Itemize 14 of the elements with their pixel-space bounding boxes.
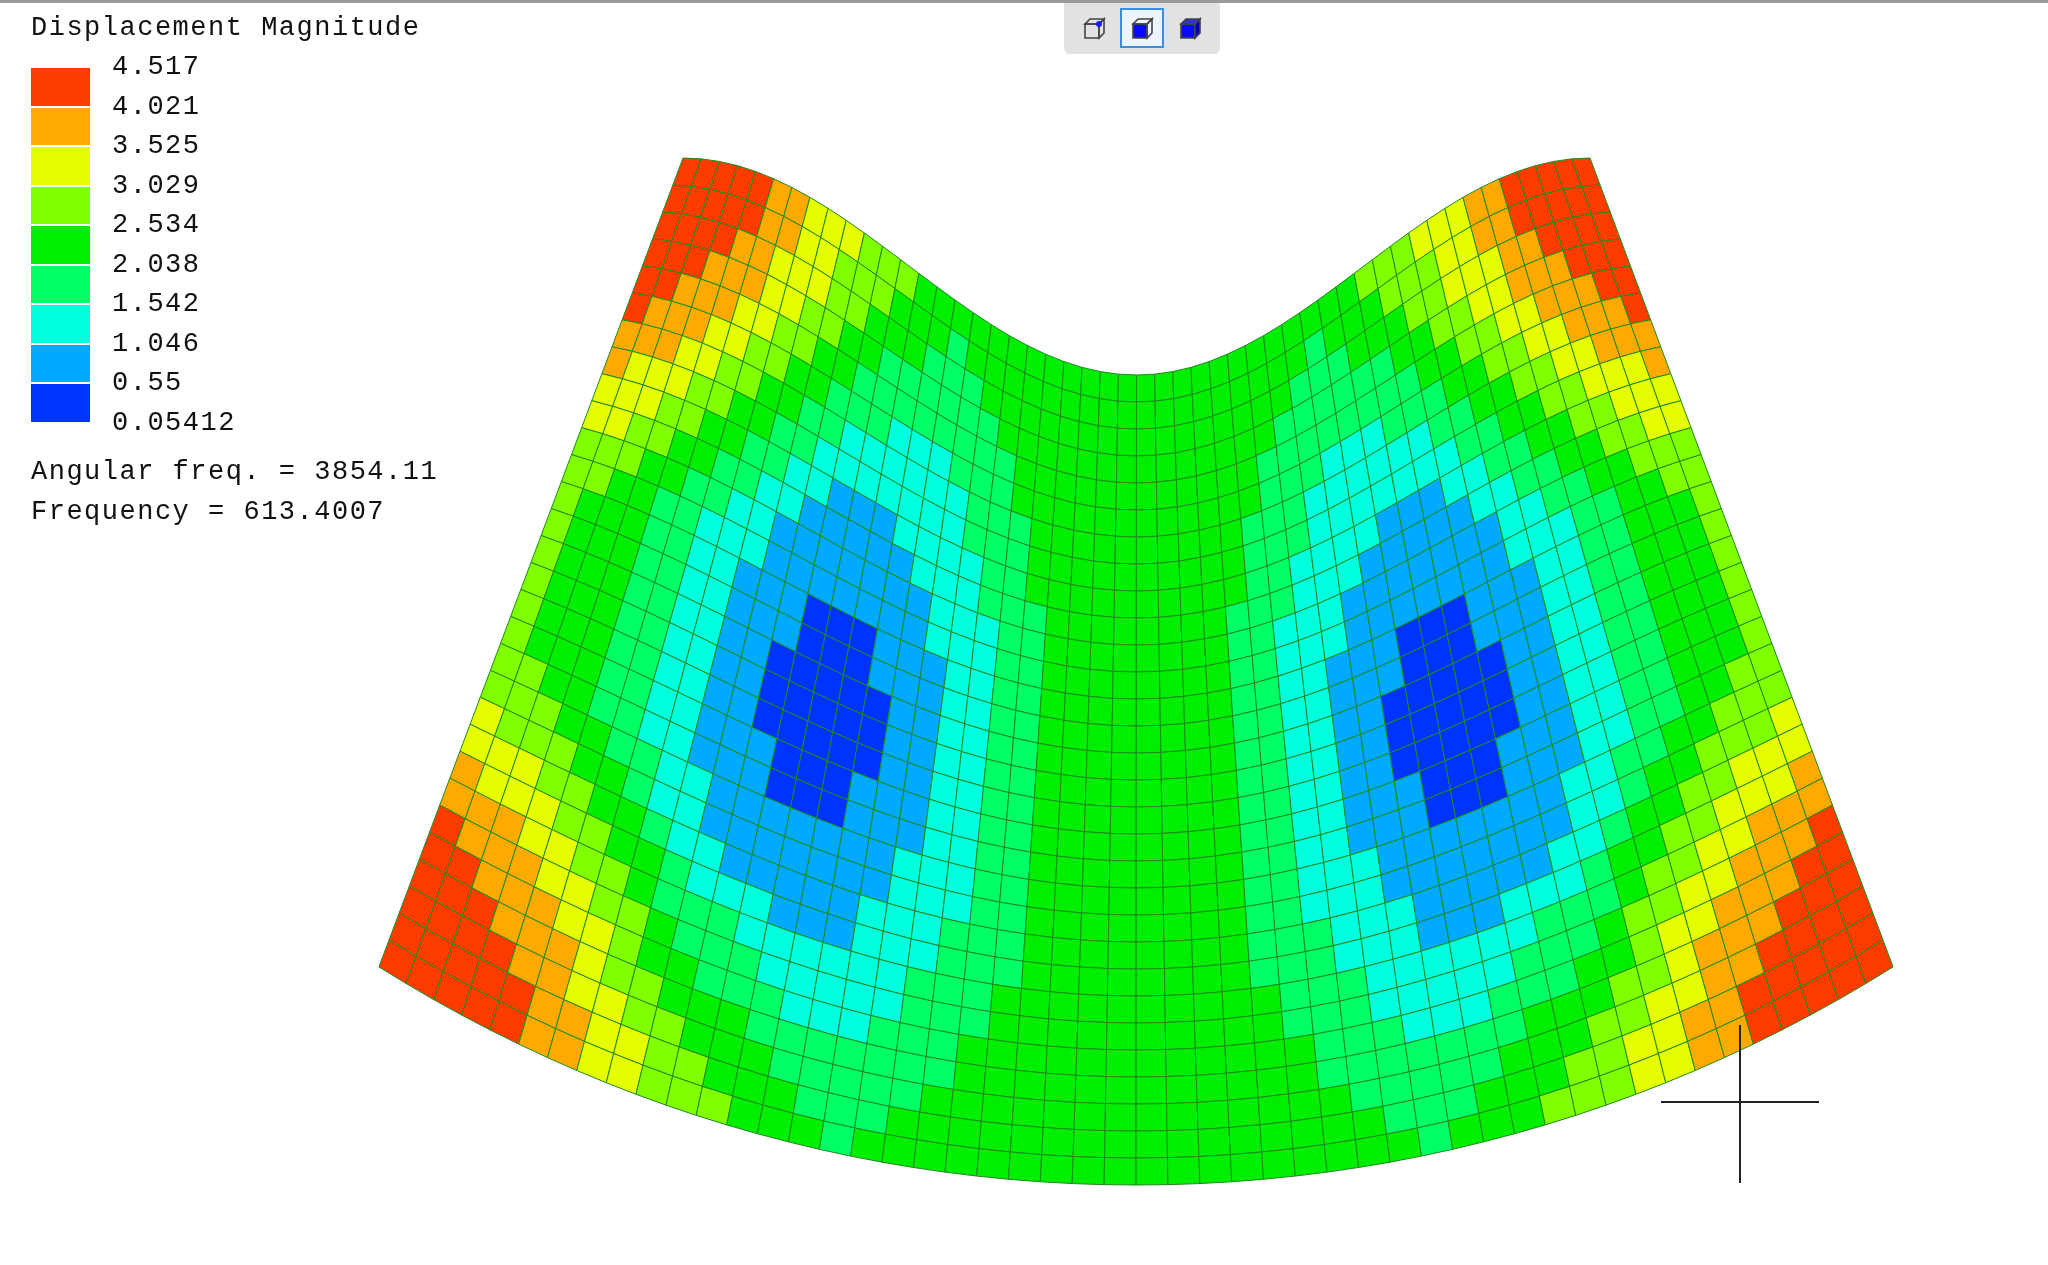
- legend-value: 4.021: [112, 90, 202, 124]
- result-info-text: Angular freq. = 3854.11: [31, 456, 439, 489]
- legend-value: 4.517: [112, 51, 202, 84]
- legend-value: 0.55: [112, 367, 184, 400]
- display-mode-button[interactable]: [1120, 8, 1164, 48]
- legend-value: 2.038: [112, 248, 202, 282]
- legend-value: 3.525: [112, 130, 202, 163]
- legend-value: 1.046: [112, 327, 202, 361]
- legend-value: 1.542: [112, 288, 202, 321]
- legend-value: 3.029: [112, 169, 202, 203]
- legend-title: Displacement Magnitude: [31, 12, 422, 45]
- result-info-text: Frequency = 613.4007: [31, 495, 387, 529]
- legend-value: 2.534: [112, 209, 202, 242]
- legend-value: 0.05412: [112, 406, 236, 440]
